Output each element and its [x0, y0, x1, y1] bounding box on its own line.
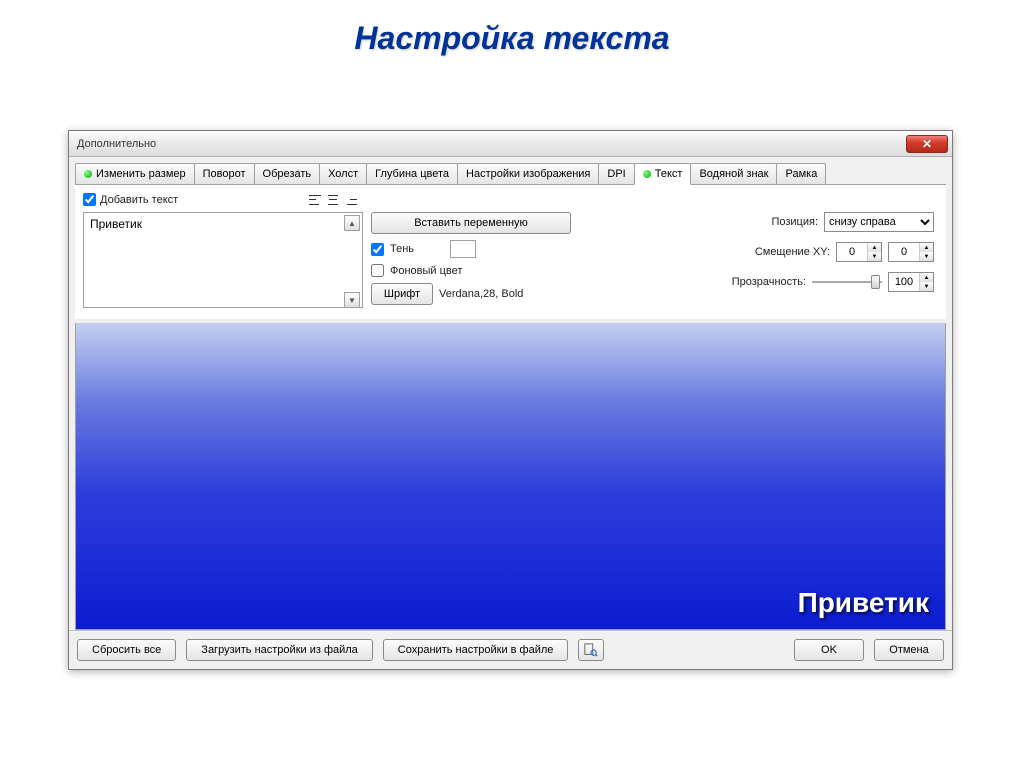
bgcolor-label: Фоновый цвет: [390, 265, 462, 277]
font-button[interactable]: Шрифт: [371, 283, 433, 305]
titlebar: Дополнительно ✕: [69, 131, 952, 157]
cancel-button[interactable]: Отмена: [874, 639, 944, 661]
align-center-icon[interactable]: [326, 194, 340, 206]
tab-label: Водяной знак: [699, 168, 768, 180]
magnifier-page-icon: [584, 643, 598, 657]
slider-thumb-icon[interactable]: [871, 275, 880, 289]
indicator-icon: [643, 170, 651, 178]
spinner-up-icon[interactable]: ▲: [920, 273, 933, 282]
preview-text: Приветик: [798, 587, 929, 619]
spinner-down-icon[interactable]: ▼: [868, 252, 881, 261]
shadow-checkbox[interactable]: [371, 243, 384, 256]
spinner-down-icon[interactable]: ▼: [920, 252, 933, 261]
tab-label: Текст: [655, 168, 683, 180]
bgcolor-checkbox[interactable]: [371, 264, 384, 277]
preview-area: Приветик: [75, 323, 946, 630]
add-text-label: Добавить текст: [100, 194, 178, 206]
opacity-input[interactable]: [889, 273, 919, 291]
bottom-bar: Сбросить все Загрузить настройки из файл…: [69, 630, 952, 669]
preview-icon-button[interactable]: [578, 639, 604, 661]
tab-text[interactable]: Текст: [634, 163, 692, 185]
offset-label: Смещение XY:: [755, 246, 830, 258]
slide-title: Настройка текста: [0, 0, 1024, 87]
ok-button[interactable]: OK: [794, 639, 864, 661]
dialog-window: Дополнительно ✕ Изменить размер Поворот …: [68, 130, 953, 670]
tab-label: Поворот: [203, 168, 246, 180]
reset-button[interactable]: Сбросить все: [77, 639, 176, 661]
indicator-icon: [84, 170, 92, 178]
close-button[interactable]: ✕: [906, 135, 948, 153]
save-settings-button[interactable]: Сохранить настройки в файле: [383, 639, 569, 661]
tab-resize[interactable]: Изменить размер: [75, 163, 195, 184]
tab-label: Холст: [328, 168, 358, 180]
shadow-label: Тень: [390, 243, 414, 255]
align-left-icon[interactable]: [308, 194, 322, 206]
spinner-down-icon[interactable]: ▼: [920, 282, 933, 291]
tab-label: Обрезать: [263, 168, 312, 180]
load-settings-button[interactable]: Загрузить настройки из файла: [186, 639, 373, 661]
tab-label: Рамка: [785, 168, 817, 180]
tab-label: Настройки изображения: [466, 168, 590, 180]
offset-x-input[interactable]: [837, 243, 867, 261]
tab-crop[interactable]: Обрезать: [254, 163, 321, 184]
scroll-down-icon[interactable]: ▼: [344, 292, 360, 308]
opacity-spinner[interactable]: ▲▼: [888, 272, 934, 292]
opacity-label: Прозрачность:: [732, 276, 806, 288]
offset-y-input[interactable]: [889, 243, 919, 261]
insert-variable-button[interactable]: Вставить переменную: [371, 212, 571, 234]
spinner-up-icon[interactable]: ▲: [920, 243, 933, 252]
add-text-checkbox[interactable]: [83, 193, 96, 206]
text-input[interactable]: Приветик: [83, 212, 363, 308]
position-label: Позиция:: [771, 216, 818, 228]
close-icon: ✕: [922, 137, 932, 151]
tab-image-settings[interactable]: Настройки изображения: [457, 163, 599, 184]
tab-canvas[interactable]: Холст: [319, 163, 367, 184]
window-title: Дополнительно: [77, 138, 906, 150]
scroll-up-icon[interactable]: ▲: [344, 215, 360, 231]
tab-content: Добавить текст Приветик ▲ ▼ Вставить пер…: [75, 184, 946, 319]
tab-dpi[interactable]: DPI: [598, 163, 634, 184]
tab-rotate[interactable]: Поворот: [194, 163, 255, 184]
tab-frame[interactable]: Рамка: [776, 163, 826, 184]
spinner-up-icon[interactable]: ▲: [868, 243, 881, 252]
tab-strip: Изменить размер Поворот Обрезать Холст Г…: [69, 157, 952, 184]
tab-label: DPI: [607, 168, 625, 180]
offset-y-spinner[interactable]: ▲▼: [888, 242, 934, 262]
font-info: Verdana,28, Bold: [439, 288, 523, 300]
position-select[interactable]: снизу справа: [824, 212, 934, 232]
tab-label: Изменить размер: [96, 168, 186, 180]
align-right-icon[interactable]: [344, 194, 358, 206]
shadow-color-swatch[interactable]: [450, 240, 476, 258]
offset-x-spinner[interactable]: ▲▼: [836, 242, 882, 262]
tab-watermark[interactable]: Водяной знак: [690, 163, 777, 184]
tab-label: Глубина цвета: [375, 168, 449, 180]
tab-colordepth[interactable]: Глубина цвета: [366, 163, 458, 184]
opacity-slider[interactable]: [812, 273, 882, 291]
textarea-scrollbar: ▲ ▼: [344, 215, 360, 308]
